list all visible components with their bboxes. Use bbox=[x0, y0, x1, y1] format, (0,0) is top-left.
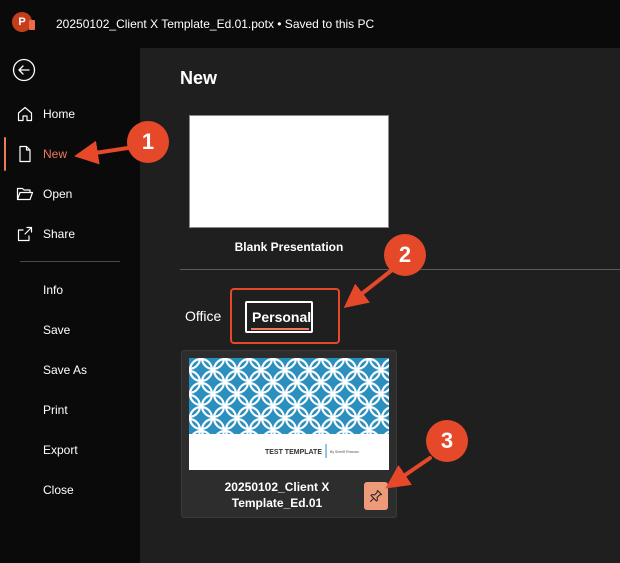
template-card[interactable]: TEST TEMPLATE By Sheriff Rowsan 20250102… bbox=[181, 350, 397, 518]
callout-badge-3: 3 bbox=[426, 420, 468, 462]
callout-badge-1: 1 bbox=[127, 121, 169, 163]
template-name: 20250102_Client X Template_Ed.01 bbox=[182, 479, 372, 511]
nav-item-new[interactable]: New bbox=[0, 136, 140, 172]
pin-button[interactable] bbox=[364, 482, 388, 510]
template-name-line1: 20250102_Client X bbox=[224, 480, 330, 494]
home-icon bbox=[17, 106, 33, 122]
nav-item-info[interactable]: Info bbox=[43, 283, 63, 297]
share-icon bbox=[17, 226, 33, 242]
logo-letter: P bbox=[18, 16, 26, 28]
backstage-nav: Home New Open Share Info Save Save As Pr… bbox=[0, 48, 140, 563]
nav-item-save[interactable]: Save bbox=[43, 323, 70, 337]
main-panel: New Blank Presentation Office Personal T… bbox=[140, 48, 620, 563]
nav-item-home[interactable]: Home bbox=[0, 96, 140, 132]
template-thumb-title: TEST TEMPLATE bbox=[265, 449, 322, 456]
folder-open-icon bbox=[16, 187, 34, 201]
nav-label: New bbox=[43, 147, 68, 161]
new-document-icon bbox=[19, 145, 31, 163]
callout-highlight-box bbox=[230, 288, 340, 344]
nav-item-open[interactable]: Open bbox=[0, 176, 140, 212]
template-thumbnail: TEST TEMPLATE By Sheriff Rowsan bbox=[189, 358, 389, 470]
back-arrow-icon[interactable] bbox=[12, 58, 36, 82]
nav-label: Home bbox=[43, 107, 76, 121]
blank-presentation-label: Blank Presentation bbox=[234, 240, 344, 254]
callout-badge-2: 2 bbox=[384, 234, 426, 276]
template-pattern: TEST TEMPLATE By Sheriff Rowsan bbox=[189, 358, 389, 470]
pin-icon bbox=[370, 490, 382, 502]
title-bar: P 20250102_Client X Template_Ed.01.potx … bbox=[0, 0, 620, 48]
nav-item-close[interactable]: Close bbox=[43, 483, 74, 497]
template-name-line2: Template_Ed.01 bbox=[231, 496, 323, 510]
nav-item-save-as[interactable]: Save As bbox=[43, 363, 87, 377]
nav-item-print[interactable]: Print bbox=[43, 403, 68, 417]
nav-label: Share bbox=[43, 227, 76, 241]
nav-divider bbox=[20, 261, 120, 262]
blank-presentation-thumbnail[interactable] bbox=[189, 115, 389, 228]
nav-item-share[interactable]: Share bbox=[0, 216, 140, 252]
nav-item-export[interactable]: Export bbox=[43, 443, 78, 457]
template-thumb-subtitle: By Sheriff Rowsan bbox=[330, 450, 359, 454]
powerpoint-logo-icon: P bbox=[12, 12, 35, 32]
document-title: 20250102_Client X Template_Ed.01.potx • … bbox=[56, 17, 375, 31]
page-title: New bbox=[180, 68, 218, 88]
nav-label: Open bbox=[43, 187, 73, 201]
tab-office[interactable]: Office bbox=[185, 308, 221, 324]
